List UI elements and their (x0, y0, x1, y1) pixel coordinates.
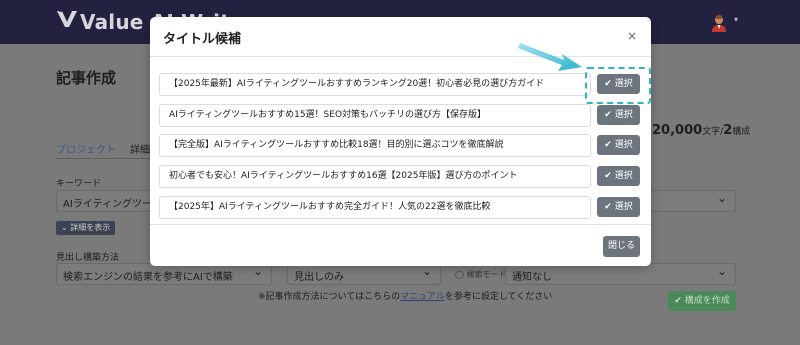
keyword-label: キーワード (56, 179, 102, 189)
candidate-title: 初心者でも安心！AIライティングツールおすすめ16選【2025年版】選び方のポイ… (159, 165, 591, 188)
title-candidates-modal: タイトル候補 × 【2025年最新】AIライティングツールおすすめランキング20… (150, 17, 651, 266)
page-tabs: プロジェクト 詳細 (56, 141, 150, 156)
count-suffix: 構成 (732, 127, 751, 137)
manual-link[interactable]: マニュアル (400, 292, 445, 302)
select-label: 選択 (614, 171, 633, 181)
select-button[interactable]: ✔ 選択 (597, 166, 640, 186)
modal-footer-divider (150, 224, 651, 225)
check-icon: ✔ (604, 171, 612, 181)
page-title: 記事作成 (56, 69, 117, 87)
create-outline-label: 構成を作成 (684, 296, 730, 306)
chevron-down-icon[interactable]: ▾ (734, 15, 738, 24)
keyword-input[interactable]: AIライティングツールおすすめ (56, 190, 156, 212)
candidate-row: 初心者でも安心！AIライティングツールおすすめ16選【2025年版】選び方のポイ… (159, 165, 640, 188)
candidate-row: AIライティングツールおすすめ15選！SEO対策もバッチリの選び方【保存版】 ✔… (159, 104, 640, 127)
candidate-title: 【完全版】AIライティングツールおすすめ比較18選！目的別に選ぶコツを徹底解説 (159, 134, 591, 157)
candidate-row: 【完全版】AIライティングツールおすすめ比較18選！目的別に選ぶコツを徹底解説 … (159, 134, 640, 157)
check-icon: ✔ (604, 110, 612, 120)
select-button[interactable]: ✔ 選択 (597, 197, 640, 217)
select-button[interactable]: ✔ 選択 (597, 105, 640, 125)
close-button[interactable]: 閉じる (603, 236, 640, 257)
manual-note: ※記事作成方法についてはこちらのマニュアルを参考に設定してください (258, 289, 552, 302)
count-num2: 2 (723, 123, 733, 138)
logo-mark-icon (56, 9, 78, 34)
count-unit: 文字/ (702, 127, 724, 137)
search-mode-toggle[interactable]: ◯ 検索モード (455, 269, 507, 280)
select-label: 選択 (614, 79, 633, 89)
char-count: 20,000文字/2構成 (652, 123, 750, 138)
candidate-row: 【2025年最新】AIライティングツールおすすめランキング20選！初心者必見の選… (159, 73, 640, 96)
tab-detail[interactable]: 詳細 (130, 141, 150, 156)
chevron-down-icon: ⌄ (61, 223, 71, 232)
select-label: 選択 (614, 202, 633, 212)
candidate-title: AIライティングツールおすすめ15選！SEO対策もバッチリの選び方【保存版】 (159, 104, 591, 127)
show-detail-label: 詳細を表示 (70, 223, 111, 232)
show-detail-button[interactable]: ⌄ 詳細を表示 (56, 221, 116, 235)
create-outline-button[interactable]: ✔ 構成を作成 (668, 291, 736, 311)
search-mode-label: 検索モード (466, 270, 507, 279)
candidate-title: 【2025年】AIライティングツールおすすめ完全ガイド！人気の22選を徹底比較 (159, 196, 591, 219)
user-avatar-icon[interactable] (710, 14, 728, 32)
keyword-select-right[interactable] (650, 190, 736, 212)
check-icon: ✔ (604, 202, 612, 212)
count-number: 20,000 (652, 123, 703, 138)
select-button[interactable]: ✔ 選択 (597, 135, 640, 155)
select-label: 選択 (614, 110, 633, 120)
check-icon: ✔ (604, 140, 612, 150)
check-icon: ✔ (604, 79, 612, 89)
heading-method-select[interactable]: 検索エンジンの結果を参考にAIで構築 (56, 263, 272, 285)
modal-header: タイトル候補 × (150, 17, 651, 57)
note-prefix: ※記事作成方法についてはこちらの (258, 292, 401, 302)
select-label: 選択 (614, 140, 633, 150)
notify-select[interactable]: 通知なし (505, 263, 736, 285)
candidate-row: 【2025年】AIライティングツールおすすめ完全ガイド！人気の22選を徹底比較 … (159, 196, 640, 219)
toggle-icon: ◯ (455, 270, 467, 279)
heading-only-select[interactable]: 見出しのみ (287, 263, 441, 285)
tab-divider (56, 158, 152, 159)
note-suffix: を参考に設定してください (444, 292, 553, 302)
candidate-title: 【2025年最新】AIライティングツールおすすめランキング20選！初心者必見の選… (159, 73, 591, 96)
modal-title: タイトル候補 (163, 32, 242, 47)
heading-method-label: 見出し構築方法 (56, 253, 120, 263)
check-circle-icon: ✔ (674, 296, 685, 306)
close-icon[interactable]: × (627, 29, 637, 43)
tab-project[interactable]: プロジェクト (56, 141, 116, 156)
select-button[interactable]: ✔ 選択 (597, 74, 640, 94)
